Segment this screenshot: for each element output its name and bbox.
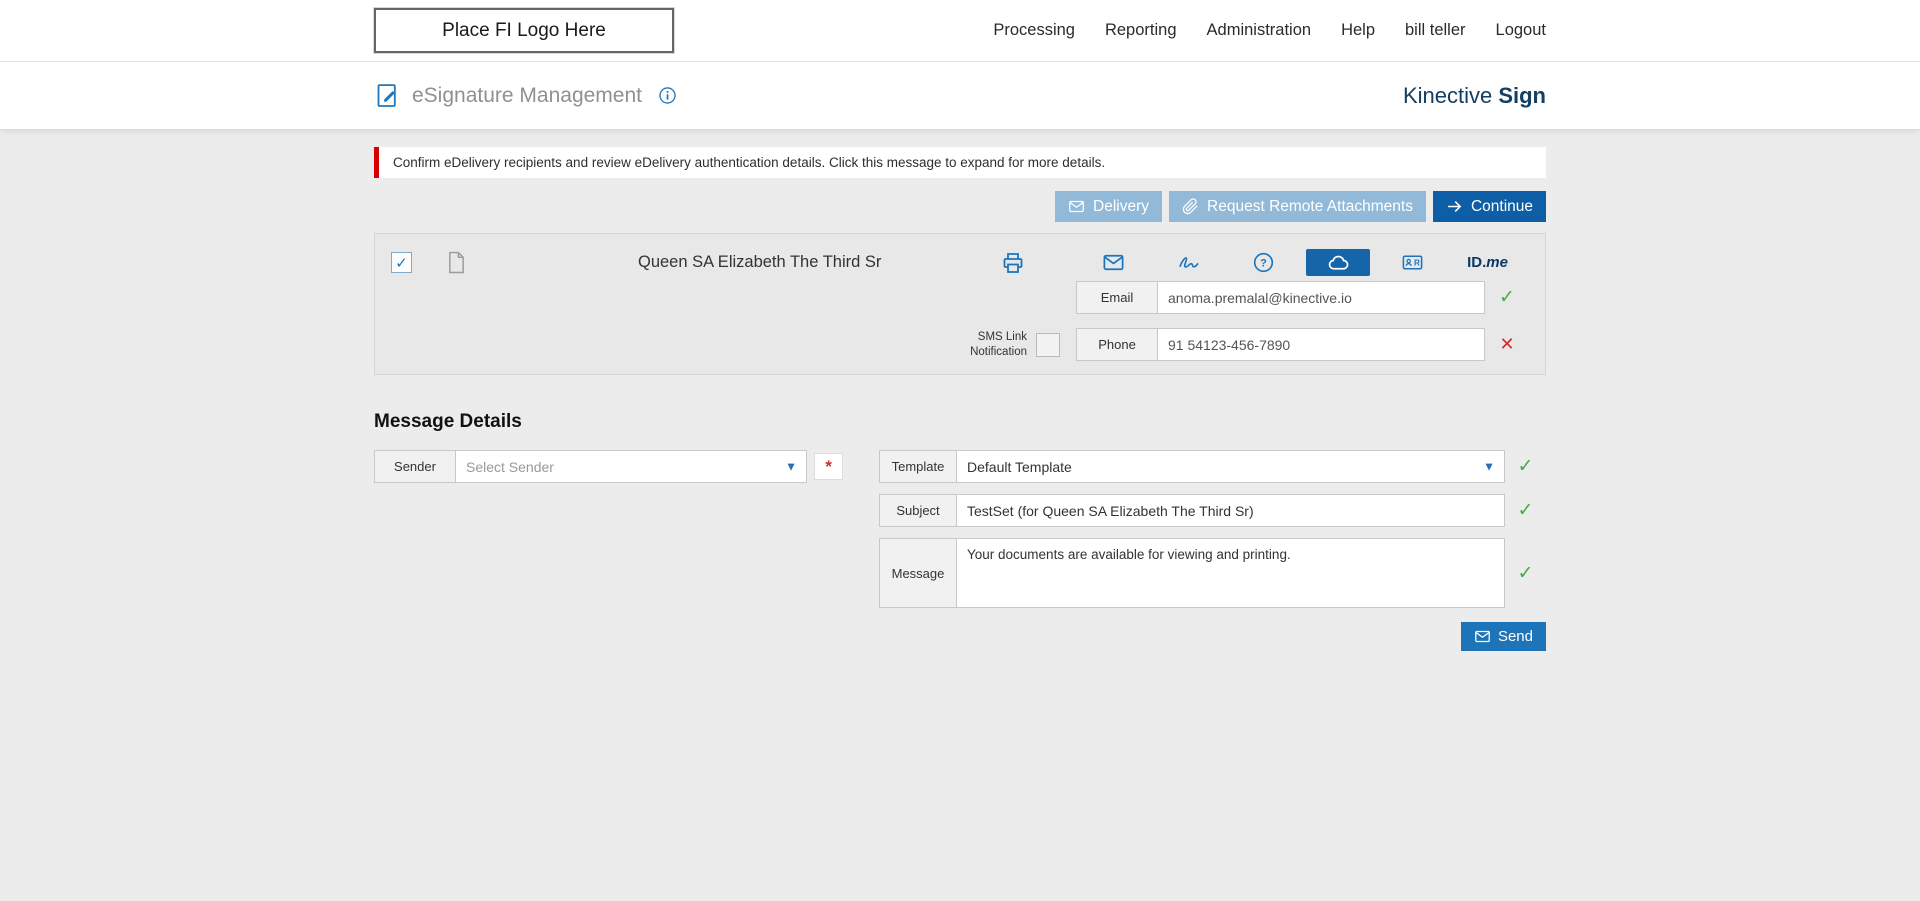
action-toolbar: Delivery Request Remote Attachments Cont… [374,191,1546,222]
subject-valid-icon: ✓ [1517,500,1534,521]
sender-required-indicator: * [814,453,843,480]
template-label: Template [879,450,957,483]
sender-row: Sender Select Sender ▼ * [374,450,843,483]
message-details-heading: Message Details [374,411,522,432]
message-valid-icon: ✓ [1517,562,1534,584]
subject-row: Subject ✓ [879,494,1546,527]
top-bar: Place FI Logo Here Processing Reporting … [0,0,1920,62]
nav-user[interactable]: bill teller [1405,21,1466,40]
info-icon[interactable] [658,86,677,105]
email-label: Email [1076,281,1158,314]
remote-id-icon[interactable]: R [1375,249,1450,276]
alert-text: Confirm eDelivery recipients and review … [393,155,1106,170]
delivery-button-label: Delivery [1093,197,1150,215]
sms-notification-checkbox[interactable] [1036,332,1060,357]
page-header: eSignature Management Kinective Sign [0,62,1920,129]
email-delivery-icon[interactable] [1076,249,1151,276]
nav-processing[interactable]: Processing [993,21,1075,40]
idme-logo-me: me [1486,254,1508,271]
continue-button[interactable]: Continue [1432,191,1546,222]
top-nav: Processing Reporting Administration Help… [993,21,1546,40]
fi-logo-placeholder: Place FI Logo Here [374,8,674,53]
sms-notification-label: SMS Link Notification [970,330,1027,358]
email-valid-icon: ✓ [1499,287,1515,308]
document-icon[interactable] [447,251,466,274]
recipient-checkbox[interactable]: ✓ [391,252,412,273]
phone-input[interactable] [1157,328,1485,361]
idme-logo-id: ID. [1467,254,1487,271]
arrow-right-icon [1446,198,1463,215]
recipient-card: ✓ Queen SA Elizabeth The Third Sr ? R ID… [374,233,1546,375]
message-row: Message Your documents are available for… [879,538,1546,608]
brand-product: Sign [1498,82,1546,108]
phone-invalid-icon: ✕ [1499,334,1515,354]
nav-logout[interactable]: Logout [1496,21,1546,40]
esignature-doc-icon [374,82,401,109]
sender-select[interactable]: Select Sender ▼ [455,450,807,483]
template-select[interactable]: Default Template ▼ [956,450,1505,483]
security-question-icon[interactable]: ? [1226,249,1301,276]
chevron-down-icon: ▼ [1483,459,1495,474]
template-valid-icon: ✓ [1517,456,1534,477]
message-label: Message [879,538,957,608]
sender-label: Sender [374,450,456,483]
cloud-auth-icon[interactable] [1306,249,1370,276]
nav-reporting[interactable]: Reporting [1105,21,1177,40]
subject-input[interactable] [956,494,1505,527]
paperclip-icon [1182,198,1199,215]
nav-help[interactable]: Help [1341,21,1375,40]
template-select-value: Default Template [967,458,1072,475]
send-envelope-icon [1474,628,1491,645]
print-icon[interactable] [1001,251,1025,275]
brand-logo: Kinective Sign [1403,83,1546,109]
sender-select-placeholder: Select Sender [466,458,554,475]
message-details-section: Sender Select Sender ▼ * Template Defaul… [374,450,1546,651]
phone-label: Phone [1076,328,1158,361]
envelope-icon [1068,198,1085,215]
message-textarea[interactable]: Your documents are available for viewing… [956,538,1505,608]
brand-name: Kinective [1402,82,1499,108]
chevron-down-icon: ▼ [785,459,797,474]
delivery-button[interactable]: Delivery [1055,191,1163,222]
subject-label: Subject [879,494,957,527]
send-button-label: Send [1497,628,1533,645]
svg-text:R: R [1414,259,1420,268]
auth-method-row: ? R ID. me [1076,249,1529,276]
signature-icon[interactable] [1151,249,1226,276]
svg-text:?: ? [1260,258,1267,270]
send-button[interactable]: Send [1460,622,1546,651]
nav-administration[interactable]: Administration [1207,21,1312,40]
recipient-name: Queen SA Elizabeth The Third Sr [638,253,882,271]
idme-logo[interactable]: ID. me [1450,249,1525,276]
request-remote-attachments-button[interactable]: Request Remote Attachments [1169,191,1426,222]
request-remote-attachments-label: Request Remote Attachments [1207,197,1413,215]
page-title: eSignature Management [412,83,642,107]
email-input[interactable] [1157,281,1485,314]
edelivery-alert[interactable]: Confirm eDelivery recipients and review … [374,147,1546,178]
continue-button-label: Continue [1470,197,1533,215]
template-row: Template Default Template ▼ ✓ [879,450,1546,483]
